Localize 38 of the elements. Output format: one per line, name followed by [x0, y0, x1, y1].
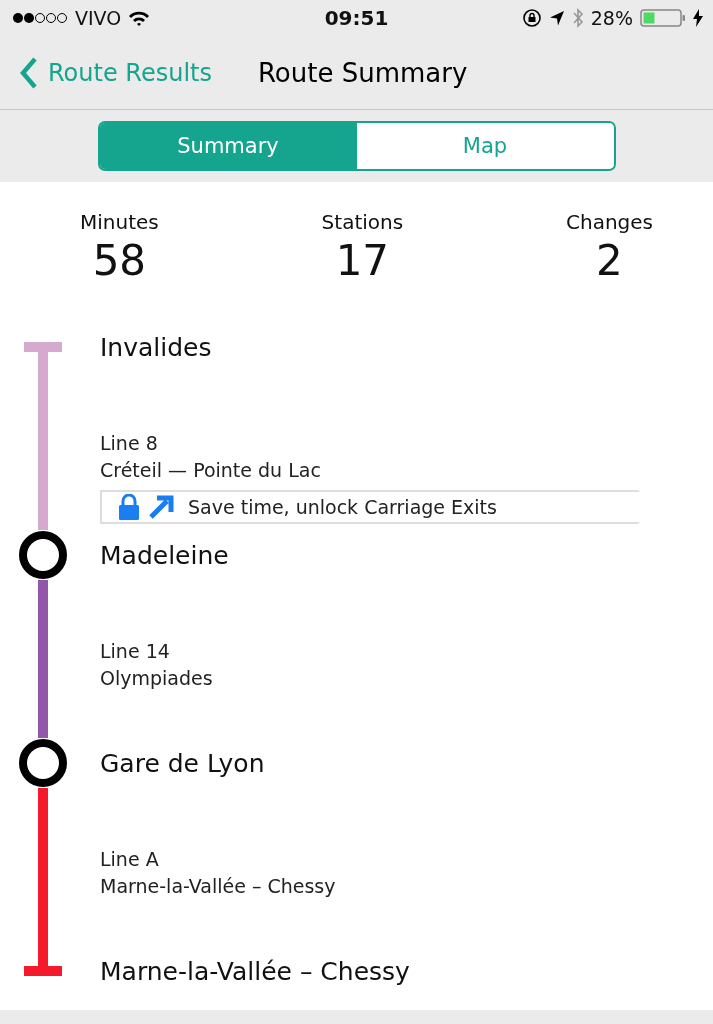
battery-icon — [640, 8, 686, 28]
clock-time: 09:51 — [324, 6, 389, 30]
battery-percent: 28% — [590, 7, 633, 29]
line-direction: Marne-la-Vallée – Chessy — [100, 874, 336, 899]
stat-label: Minutes — [80, 210, 159, 234]
back-link[interactable]: Route Results — [20, 56, 212, 89]
terminus-cap — [24, 966, 62, 976]
bluetooth-icon — [571, 8, 584, 28]
padlock-icon — [118, 494, 140, 520]
charging-icon — [693, 9, 703, 27]
stat-value: 17 — [335, 236, 390, 285]
line-direction: Olympiades — [100, 666, 213, 691]
line-name: Line A — [100, 847, 160, 872]
signal-icon — [12, 12, 68, 24]
line-name: Line 8 — [100, 431, 159, 456]
line-name: Line 14 — [100, 639, 171, 664]
stat-label: Stations — [321, 210, 404, 234]
terminus-cap — [24, 342, 62, 352]
stat-label: Changes — [566, 210, 653, 234]
station-name: Gare de Lyon — [99, 748, 265, 778]
segment-tab[interactable]: Map — [356, 123, 614, 169]
location-arrow-icon — [548, 10, 565, 26]
segment-tab[interactable]: Summary — [99, 123, 357, 169]
line-direction: Créteil — Pointe du Lac — [100, 458, 322, 483]
interchange-circle — [19, 531, 67, 579]
chevron-left-icon — [20, 56, 38, 89]
wifi-icon — [128, 10, 151, 26]
station-name: Invalides — [99, 332, 212, 362]
station-name: Marne-la-Vallée – Chessy — [99, 956, 410, 986]
screen-title: Route Summary — [257, 57, 468, 88]
station-name: Madeleine — [99, 540, 229, 570]
stat-value: 2 — [596, 236, 623, 285]
carrier-name: VIVO — [75, 7, 122, 29]
stat-value: 58 — [92, 236, 147, 285]
rotation-lock-icon — [521, 8, 542, 28]
arrow-up-right-icon — [148, 494, 174, 520]
interchange-circle — [19, 739, 67, 787]
promo-text: Save time, unlock Carriage Exits — [188, 496, 497, 518]
